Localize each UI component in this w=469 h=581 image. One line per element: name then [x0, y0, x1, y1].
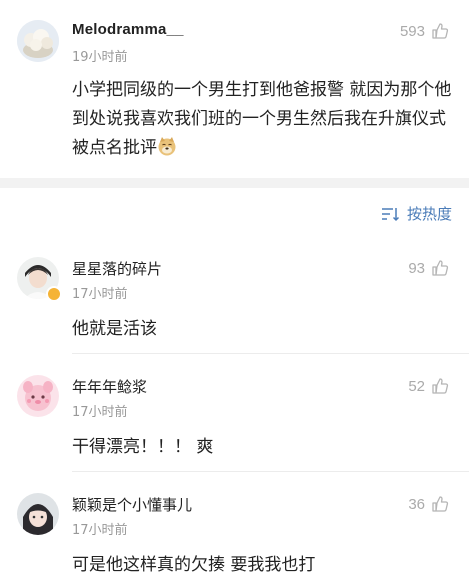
main-post: Melodramma__ 19小时前 593 小学把同级的一个男生打到他爸报警 … [0, 0, 469, 178]
comment-item: 颖颖是个小懂事儿 17小时前 36 可是他这样真的欠揍 要我我也打 [0, 472, 469, 581]
doge-emoji-icon [158, 137, 176, 156]
comment-username[interactable]: 星星落的碎片 [72, 258, 162, 279]
comment-username[interactable]: 颖颖是个小懂事儿 [72, 494, 192, 515]
comment-text: 他就是活该 [72, 319, 157, 339]
comment-time: 17小时前 [72, 523, 128, 538]
like-count: 36 [408, 495, 425, 513]
main-post-avatar[interactable] [17, 20, 59, 62]
comment-like-button[interactable]: 36 [408, 495, 449, 513]
comment-time: 17小时前 [72, 287, 128, 302]
sort-label: 按热度 [406, 205, 452, 223]
thumbs-up-icon [432, 23, 449, 39]
main-post-text-content: 小学把同级的一个男生打到他爸报警 就因为那个他到处说我喜欢我们班的一个男生然后我… [72, 80, 452, 158]
avatar-image [17, 375, 59, 417]
comment-like-button[interactable]: 93 [408, 259, 449, 277]
main-post-username[interactable]: Melodramma__ [72, 21, 184, 38]
like-count: 93 [408, 259, 425, 277]
comment-avatar[interactable] [17, 493, 59, 535]
main-post-text: 小学把同级的一个男生打到他爸报警 就因为那个他到处说我喜欢我们班的一个男生然后我… [72, 76, 452, 163]
sort-bar: 按热度 [0, 188, 469, 236]
thumbs-up-icon [432, 260, 449, 276]
like-count: 593 [399, 22, 425, 40]
thumbs-up-icon [432, 496, 449, 512]
verified-badge-icon [46, 286, 62, 302]
comment-text: 干得漂亮！！！ 爽 [72, 437, 214, 457]
section-divider [0, 178, 469, 188]
main-post-time: 19小时前 [72, 50, 128, 65]
main-post-like-button[interactable]: 593 [400, 22, 449, 40]
comment-item: 星星落的碎片 17小时前 93 他就是活该 [0, 236, 469, 354]
comment-username[interactable]: 年年年鲶浆 [72, 376, 147, 397]
thumbs-up-icon [432, 378, 449, 394]
like-count: 52 [408, 377, 425, 395]
sort-by-hot-button[interactable]: 按热度 [381, 203, 452, 224]
avatar-image [17, 493, 59, 535]
avatar-image [17, 20, 59, 62]
comment-text: 可是他这样真的欠揍 要我我也打 [72, 555, 316, 575]
comment-time: 17小时前 [72, 405, 128, 420]
comment-like-button[interactable]: 52 [408, 377, 449, 395]
comment-item: 年年年鲶浆 17小时前 52 干得漂亮！！！ 爽 [0, 354, 469, 472]
comment-avatar[interactable] [17, 375, 59, 417]
sort-icon [381, 207, 400, 221]
